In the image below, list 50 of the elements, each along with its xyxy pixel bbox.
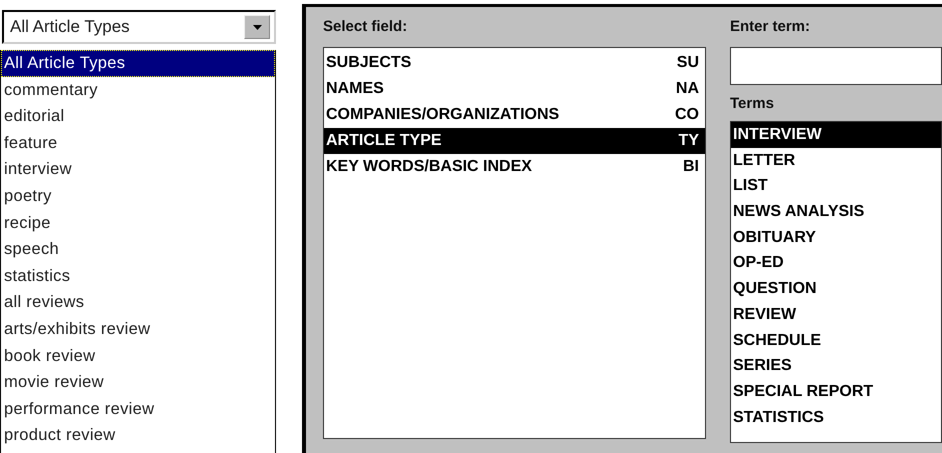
field-row[interactable]: ARTICLE TYPE TY xyxy=(324,128,705,154)
term-item[interactable]: REVIEW xyxy=(731,302,941,328)
field-code: TY xyxy=(678,131,699,151)
dropdown-option[interactable]: movie review xyxy=(1,369,275,396)
field-row[interactable]: SUBJECTS SU xyxy=(324,50,705,76)
enter-term-label: Enter term: xyxy=(730,17,812,37)
dropdown-option[interactable]: performance review xyxy=(1,396,275,422)
term-item[interactable]: SPECIAL REPORT xyxy=(731,378,941,405)
field-name: SUBJECTS xyxy=(326,53,412,73)
dropdown-option[interactable]: All Article Types xyxy=(1,50,275,77)
terms-label: Terms xyxy=(730,94,775,114)
dropdown-option[interactable]: interview xyxy=(1,156,275,183)
term-item[interactable]: INTERVIEW xyxy=(731,122,941,148)
term-item[interactable]: QUESTION xyxy=(731,276,941,302)
term-item[interactable]: LETTER xyxy=(731,148,941,174)
term-item[interactable]: LIST xyxy=(731,173,941,200)
caret-icon xyxy=(252,24,262,30)
field-name: ARTICLE TYPE xyxy=(326,131,442,151)
field-code: NA xyxy=(676,79,699,99)
article-type-dropdown[interactable]: All Article Types xyxy=(2,10,276,44)
dropdown-option[interactable]: product review xyxy=(1,422,275,449)
dropdown-button[interactable] xyxy=(244,15,270,39)
term-item[interactable]: SERIES xyxy=(731,353,941,379)
field-code: SU xyxy=(676,53,699,73)
dropdown-option[interactable]: speech xyxy=(1,236,275,263)
dropdown-option[interactable]: poetry xyxy=(1,182,275,210)
field-name: COMPANIES/ORGANIZATIONS xyxy=(326,105,560,125)
field-name: KEY WORDS/BASIC INDEX xyxy=(326,157,532,177)
dropdown-value: All Article Types xyxy=(9,16,131,38)
field-code: BI xyxy=(683,157,699,177)
select-field-label: Select field: xyxy=(323,17,408,37)
field-code: CO xyxy=(675,105,699,125)
field-row[interactable]: COMPANIES/ORGANIZATIONS CO xyxy=(324,102,705,128)
dropdown-option[interactable]: book review xyxy=(1,342,275,370)
field-row[interactable]: NAMES NA xyxy=(324,76,705,102)
dropdown-option[interactable]: statistics xyxy=(1,262,275,290)
field-row[interactable]: KEY WORDS/BASIC INDEX BI xyxy=(324,154,705,180)
field-name: NAMES xyxy=(326,79,384,99)
dropdown-option[interactable]: editorial xyxy=(1,103,275,130)
dropdown-option[interactable]: commentary xyxy=(1,76,275,104)
term-item[interactable]: SCHEDULE xyxy=(731,328,941,354)
dropdown-option[interactable]: all reviews xyxy=(1,289,275,316)
term-item[interactable]: OBITUARY xyxy=(731,224,941,250)
term-item[interactable]: NEWS ANALYSIS xyxy=(731,199,941,225)
term-input[interactable] xyxy=(730,47,942,85)
dropdown-option[interactable]: arts/exhibits review xyxy=(1,316,275,343)
term-item[interactable]: STATISTICS xyxy=(731,404,941,430)
dropdown-option[interactable]: feature xyxy=(1,130,275,156)
term-item[interactable]: OP-ED xyxy=(731,250,941,276)
dropdown-option[interactable]: recipe xyxy=(1,210,275,236)
